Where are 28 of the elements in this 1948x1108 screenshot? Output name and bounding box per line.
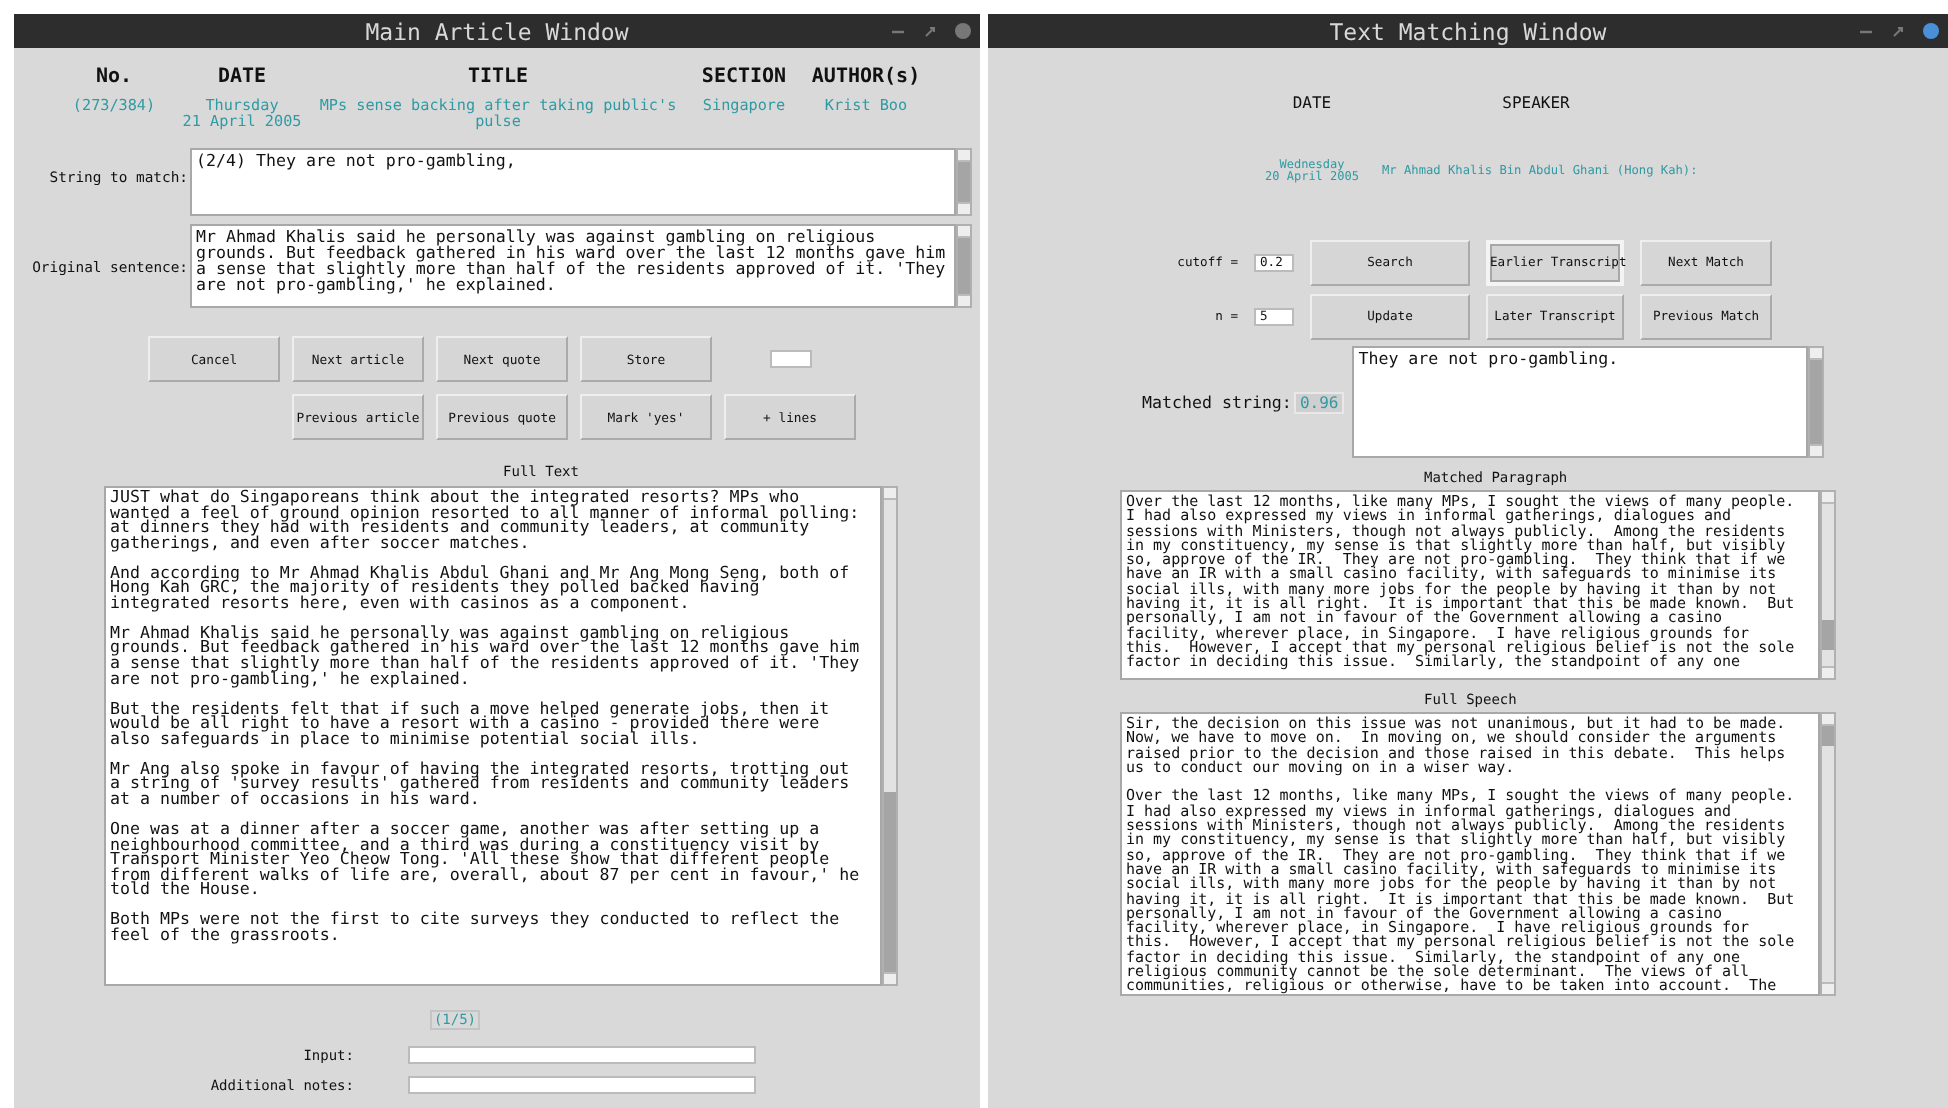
- column-heading: SPEAKER: [1500, 94, 1572, 112]
- matched-string-field[interactable]: They are not pro-gambling.: [1352, 346, 1809, 458]
- maximize-icon[interactable]: [922, 23, 938, 39]
- full-text-area[interactable]: JUST what do Singaporeans think about the integrated resorts? MPs who wanted a feel of ground opinion resorted to all manner of informal polling: at dinners they had with residents and community leaders, at community gatherings, and even after soccer matches. And according to Mr Ahmad Khalis Abdul Ghani and Mr Ang Mong Seng, both of Hong Kah GRC, the majority of residents they polled backed having integrated resorts here, even with casinos as a component. Mr Ahmad Khalis said he personally was against gambling on religious grounds. But feedback gathered in his ward over the last 12 months gave him a sense that slightly more than half of the residents approved of it. 'They are not pro-gambling,' he explained. But the residents felt that if such a move helped generate jobs, then it would be all right to have a resort with a casino - provided there were also safeguards in place to minimise potential social ills. Mr Ang also spoke in favour of having the integrated resorts, trotting out a string of 'survey results' gathered from residents and community leaders at a number of occasions in his ward. One was at a dinner after a soccer game, another was after setting up a neighbourhood committee, and a third was during a constituency visit by Transport Minister Yeo Cheow Tong. 'All these show that different people from different walks of life are, overall, about 87 per cent in favour,' he told the House. Both MPs were not the first to cite surveys they conducted to reflect the feel of the grassroots.: [104, 486, 882, 986]
- field-label: Matched string:: [1142, 392, 1292, 412]
- scrollbar[interactable]: [956, 224, 972, 308]
- scrollbar[interactable]: [1820, 490, 1836, 680]
- maximize-icon[interactable]: [1890, 23, 1906, 39]
- close-icon[interactable]: [1922, 22, 1940, 40]
- close-icon[interactable]: [954, 22, 972, 40]
- column-heading: No.: [93, 66, 135, 88]
- original-sentence-field[interactable]: Mr Ahmad Khalis said he personally was against gambling on religious grounds. But feedback gathered in his ward over the last 12 months gave him a sense that slightly more than half of the residents approved of it. 'They are not pro-gambling,' he explained.: [190, 224, 956, 308]
- column-heading: DATE: [215, 66, 269, 88]
- scrollbar[interactable]: [1808, 346, 1825, 458]
- scrollbar[interactable]: [956, 148, 972, 216]
- scrollbar[interactable]: [882, 486, 898, 986]
- window-title: Text Matching Window: [1329, 17, 1607, 45]
- string-to-match-field[interactable]: (2/4) They are not pro-gambling,: [190, 148, 956, 216]
- input-field[interactable]: [408, 1076, 756, 1094]
- window-title: Main Article Window: [365, 17, 629, 45]
- input-field[interactable]: [769, 350, 811, 368]
- column-heading: DATE: [1290, 94, 1334, 112]
- column-heading: AUTHOR(s): [809, 66, 923, 88]
- column-heading: SECTION: [699, 66, 789, 88]
- match-score: 0.96: [1293, 391, 1345, 413]
- scrollbar[interactable]: [1820, 712, 1836, 996]
- input-field[interactable]: [408, 1046, 756, 1064]
- column-heading: TITLE: [465, 66, 531, 88]
